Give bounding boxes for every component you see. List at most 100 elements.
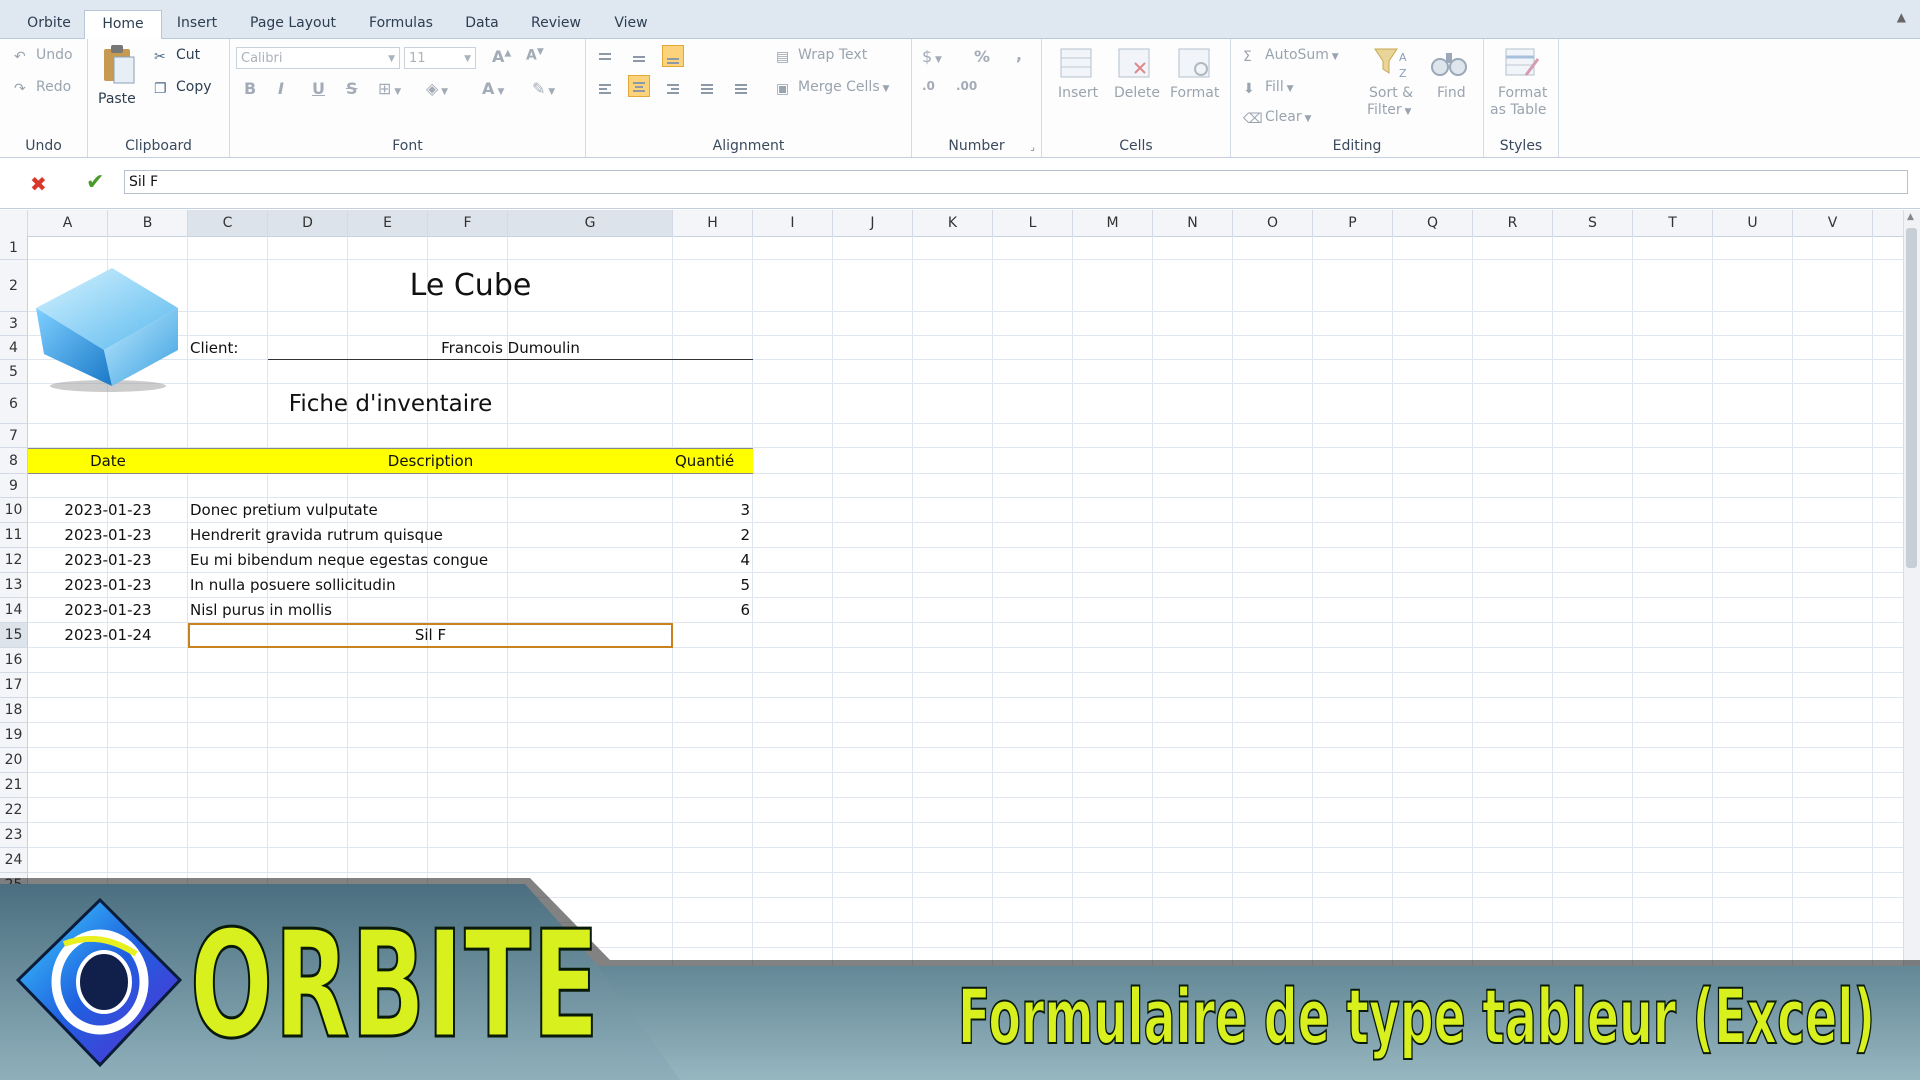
row-header-17[interactable]: 17 bbox=[0, 673, 28, 698]
row-header-25[interactable]: 25 bbox=[0, 873, 28, 898]
add-sheet-icon[interactable]: + bbox=[150, 1048, 168, 1073]
column-header-c[interactable]: C bbox=[188, 210, 268, 236]
undo-button[interactable]: ↶ Undo bbox=[14, 47, 73, 65]
formula-input[interactable] bbox=[124, 170, 1908, 194]
column-header-p[interactable]: P bbox=[1313, 210, 1393, 236]
client-label[interactable]: Client: bbox=[188, 336, 268, 360]
item-description[interactable]: Nisl purus in mollis bbox=[188, 598, 673, 623]
find-button[interactable]: Find bbox=[1425, 45, 1475, 115]
vertical-scrollbar[interactable]: ▲ ▼ bbox=[1903, 210, 1920, 1040]
increase-decimal-icon[interactable]: .0 bbox=[922, 79, 935, 93]
row-header-19[interactable]: 19 bbox=[0, 723, 28, 748]
column-header-f[interactable]: F bbox=[428, 210, 508, 236]
row-header-13[interactable]: 13 bbox=[0, 573, 28, 598]
cut-button[interactable]: ✂ Cut bbox=[154, 47, 200, 65]
increase-indent-icon[interactable] bbox=[730, 77, 752, 99]
column-header-u[interactable]: U bbox=[1713, 210, 1793, 236]
delete-cells-button[interactable]: Delete bbox=[1108, 45, 1160, 115]
cancel-edit-icon[interactable]: ✖ bbox=[30, 172, 47, 196]
font-size-select[interactable]: 11 ▼ bbox=[404, 47, 476, 69]
percent-button[interactable]: % bbox=[974, 47, 990, 66]
row-header-1[interactable]: 1 bbox=[0, 236, 28, 260]
item-date[interactable]: 2023-01-23 bbox=[28, 598, 188, 623]
row-header-15[interactable]: 15 bbox=[0, 623, 28, 648]
comma-button[interactable]: , bbox=[1016, 45, 1022, 64]
column-header-q[interactable]: Q bbox=[1393, 210, 1473, 236]
row-header-26[interactable]: 26 bbox=[0, 898, 28, 923]
dialog-launcher-icon[interactable]: ⌟ bbox=[1030, 142, 1035, 153]
column-header-l[interactable]: L bbox=[993, 210, 1073, 236]
item-quantity[interactable]: 4 bbox=[673, 548, 753, 573]
item-description[interactable]: Hendrerit gravida rutrum quisque bbox=[188, 523, 673, 548]
column-header-i[interactable]: I bbox=[753, 210, 833, 236]
borders-icon[interactable]: ⊞ ▼ bbox=[378, 79, 401, 98]
row-header-10[interactable]: 10 bbox=[0, 498, 28, 523]
autosum-button[interactable]: Σ AutoSum ▼ bbox=[1243, 47, 1339, 65]
column-header-r[interactable]: R bbox=[1473, 210, 1553, 236]
item-date[interactable]: 2023-01-24 bbox=[28, 623, 188, 648]
item-quantity[interactable]: 2 bbox=[673, 523, 753, 548]
scroll-thumb[interactable] bbox=[1906, 228, 1917, 568]
tab-view[interactable]: View bbox=[604, 10, 658, 38]
column-header-j[interactable]: J bbox=[833, 210, 913, 236]
tab-insert[interactable]: Insert bbox=[164, 10, 230, 38]
decrease-indent-icon[interactable] bbox=[696, 77, 718, 99]
row-header-30[interactable]: 30 bbox=[0, 998, 28, 1023]
select-all-corner[interactable] bbox=[0, 210, 28, 236]
item-description[interactable]: Eu mi bibendum neque egestas congue bbox=[188, 548, 673, 573]
row-header-2[interactable]: 2 bbox=[0, 260, 28, 312]
header-quantity[interactable]: Quantié bbox=[673, 448, 753, 474]
bold-icon[interactable]: B bbox=[244, 79, 256, 98]
tab-home[interactable]: Home bbox=[84, 10, 162, 40]
row-header-8[interactable]: 8 bbox=[0, 448, 28, 474]
decrease-decimal-icon[interactable]: .00 bbox=[956, 79, 977, 93]
item-quantity[interactable]: 3 bbox=[673, 498, 753, 523]
row-header-27[interactable]: 27 bbox=[0, 923, 28, 948]
paste-button[interactable]: Paste bbox=[96, 43, 140, 113]
item-date[interactable]: 2023-01-23 bbox=[28, 523, 188, 548]
column-header-t[interactable]: T bbox=[1633, 210, 1713, 236]
item-description-editing[interactable]: Sil F bbox=[188, 623, 673, 648]
row-header-22[interactable]: 22 bbox=[0, 798, 28, 823]
row-header-28[interactable]: 28 bbox=[0, 948, 28, 973]
format-cells-button[interactable]: Format bbox=[1166, 45, 1222, 115]
item-description[interactable]: In nulla posuere sollicitudin bbox=[188, 573, 673, 598]
fill-button[interactable]: ⬇ Fill ▼ bbox=[1243, 79, 1294, 97]
align-middle-icon[interactable] bbox=[628, 47, 650, 69]
column-header-g[interactable]: G bbox=[508, 210, 673, 236]
tab-review[interactable]: Review bbox=[518, 10, 594, 38]
row-header-4[interactable]: 4 bbox=[0, 336, 28, 360]
font-family-select[interactable]: Calibri ▼ bbox=[236, 47, 400, 69]
item-quantity[interactable]: 6 bbox=[673, 598, 753, 623]
column-header-b[interactable]: B bbox=[108, 210, 188, 236]
column-header-o[interactable]: O bbox=[1233, 210, 1313, 236]
sort-filter-button[interactable]: AZ Sort & Filter ▼ bbox=[1363, 45, 1417, 125]
clear-button[interactable]: ⌫ Clear ▼ bbox=[1243, 109, 1311, 127]
row-header-29[interactable]: 29 bbox=[0, 973, 28, 998]
tab-formulas[interactable]: Formulas bbox=[356, 10, 446, 38]
column-header-s[interactable]: S bbox=[1553, 210, 1633, 236]
collapse-ribbon-icon[interactable]: ▲ bbox=[1897, 10, 1906, 24]
grow-font-icon[interactable]: A▲ bbox=[492, 47, 511, 66]
column-header-m[interactable]: M bbox=[1073, 210, 1153, 236]
row-header-18[interactable]: 18 bbox=[0, 698, 28, 723]
highlight-icon[interactable]: ✎ ▼ bbox=[532, 79, 555, 98]
shrink-font-icon[interactable]: A▼ bbox=[526, 47, 544, 64]
currency-icon[interactable]: $ ▼ bbox=[922, 47, 942, 66]
row-header-23[interactable]: 23 bbox=[0, 823, 28, 848]
sheet-tab[interactable]: Sheet1 bbox=[30, 1052, 130, 1076]
align-right-icon[interactable] bbox=[662, 77, 684, 99]
row-header-20[interactable]: 20 bbox=[0, 748, 28, 773]
row-header-5[interactable]: 5 bbox=[0, 360, 28, 384]
redo-button[interactable]: ↷ Redo bbox=[14, 79, 71, 97]
item-quantity[interactable]: 5 bbox=[673, 573, 753, 598]
row-header-24[interactable]: 24 bbox=[0, 848, 28, 873]
align-top-icon[interactable] bbox=[594, 47, 616, 69]
insert-cells-button[interactable]: Insert bbox=[1050, 45, 1102, 115]
tab-orbite[interactable]: Orbite bbox=[14, 10, 84, 38]
strikethrough-icon[interactable]: S bbox=[346, 79, 358, 98]
italic-icon[interactable]: I bbox=[278, 79, 284, 98]
sheet-subtitle[interactable]: Fiche d'inventaire bbox=[28, 384, 753, 424]
align-center-icon[interactable] bbox=[628, 75, 650, 97]
align-left-icon[interactable] bbox=[594, 77, 616, 99]
